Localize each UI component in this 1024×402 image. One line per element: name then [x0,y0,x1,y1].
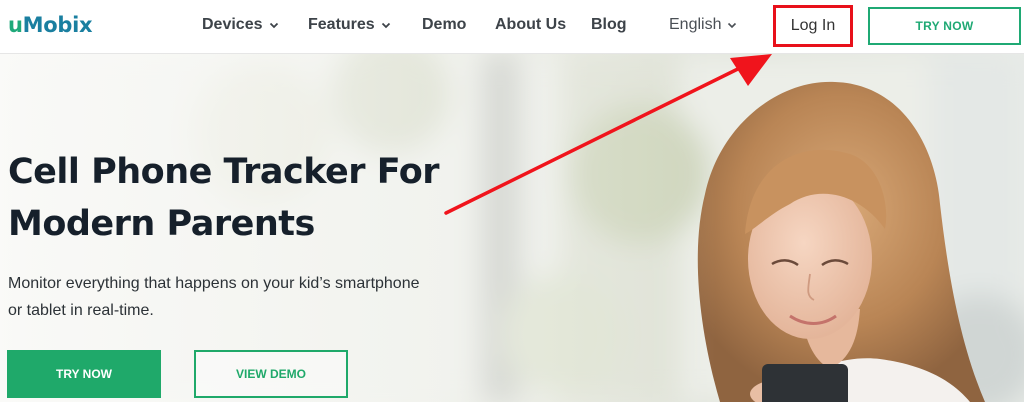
language-label: English [669,16,722,33]
hero-section: Cell Phone Tracker For Modern Parents Mo… [0,54,1024,402]
hero-title-line1: Cell Phone Tracker For [8,152,440,192]
logo-letter-u: u [8,13,23,37]
view-demo-button[interactable]: VIEW DEMO [194,350,348,398]
view-demo-label: VIEW DEMO [235,367,306,381]
chevron-down-icon [269,22,278,29]
nav-blog-label: Blog [591,16,627,33]
hero-subtitle-line2: or tablet in real-time. [8,302,154,319]
login-button[interactable]: Log In [773,5,853,47]
hero-subtitle-line1: Monitor everything that happens on your … [8,275,420,292]
hero-try-now-button[interactable]: TRY NOW [7,350,161,398]
hero-title: Cell Phone Tracker For Modern Parents [8,146,478,250]
header-try-now-label: TRY NOW [915,19,974,33]
nav-features[interactable]: Features [308,16,391,34]
hero-subtitle: Monitor everything that happens on your … [8,270,478,324]
nav-about-label: About Us [495,16,567,33]
umobix-logo[interactable]: uMobix [8,13,93,37]
nav-devices[interactable]: Devices [202,16,279,34]
chevron-down-icon [728,22,737,29]
nav-demo-label: Demo [422,16,467,33]
hero-try-now-label: TRY NOW [56,367,112,381]
language-selector[interactable]: English [669,16,737,34]
logo-wordmark: Mobix [22,13,93,37]
header-try-now-button[interactable]: TRY NOW [868,7,1021,45]
nav-demo[interactable]: Demo [422,16,466,34]
login-label: Log In [790,17,836,34]
nav-blog[interactable]: Blog [591,16,627,34]
nav-devices-label: Devices [202,16,263,33]
site-header: uMobix Devices Features Demo About Us Bl… [0,0,1024,54]
nav-about-us[interactable]: About Us [495,16,566,34]
hero-title-line2: Modern Parents [8,204,315,244]
chevron-down-icon [381,22,390,29]
nav-features-label: Features [308,16,375,33]
